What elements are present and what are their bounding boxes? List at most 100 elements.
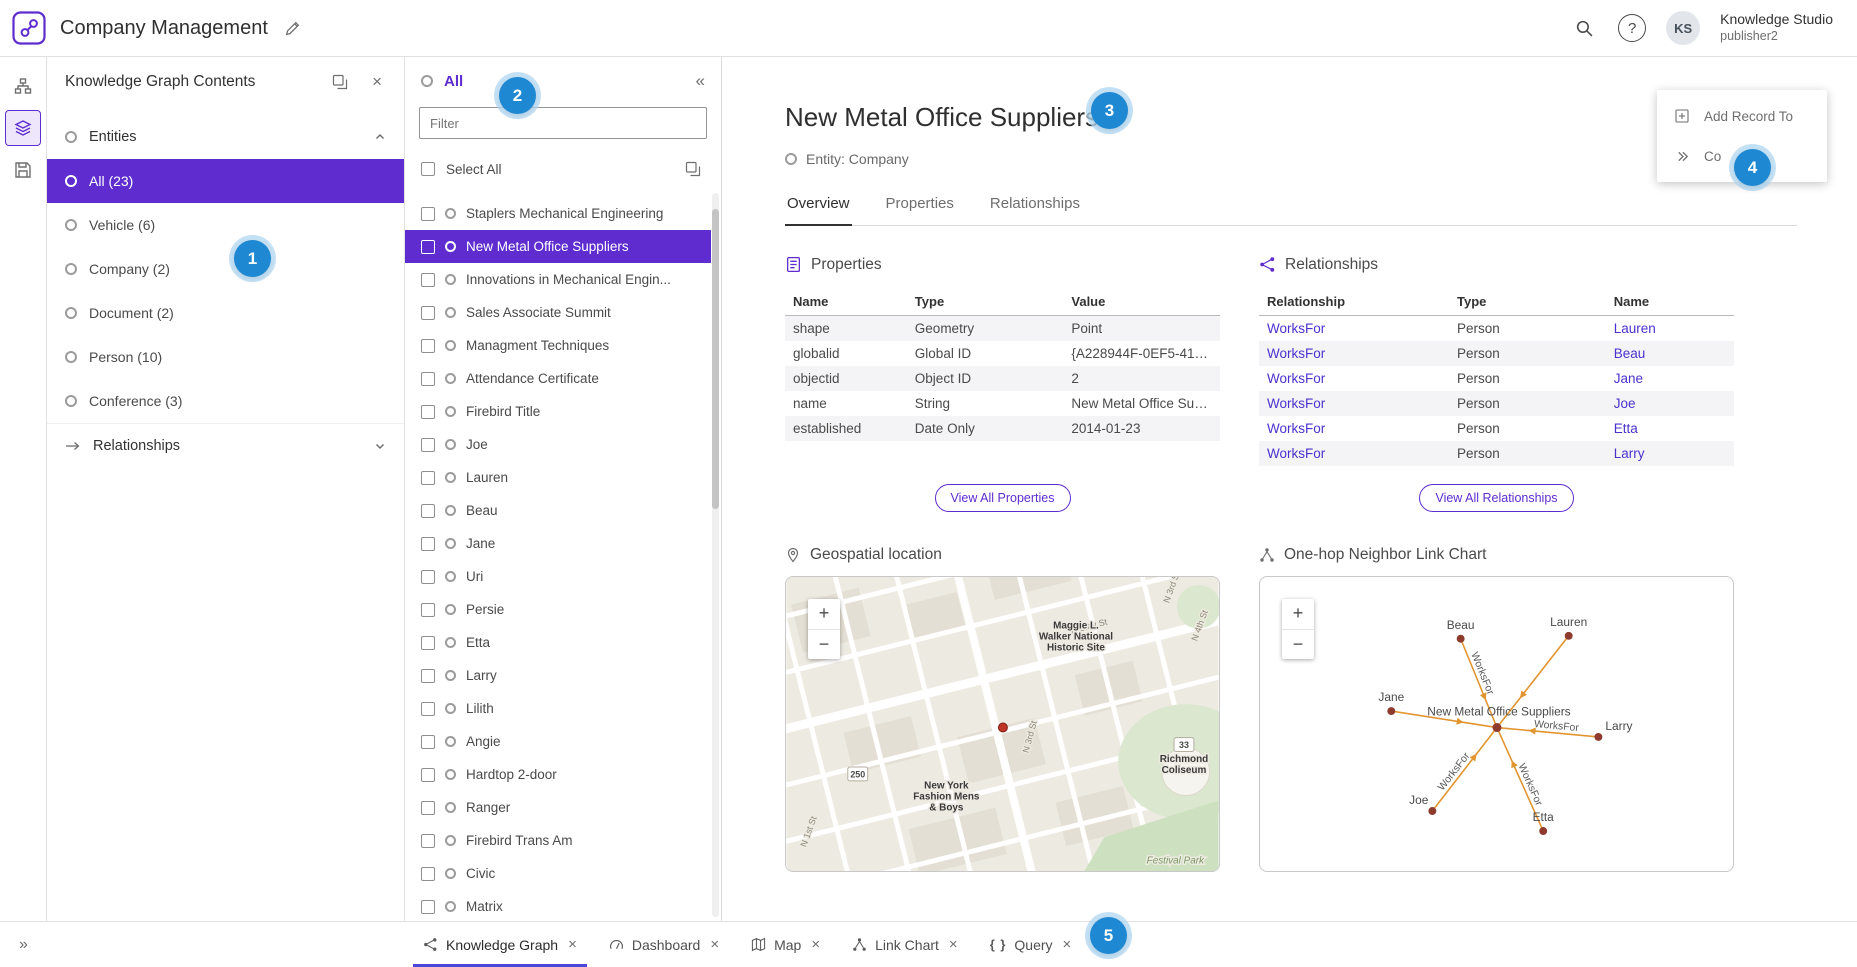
checkbox[interactable] [421, 372, 435, 386]
view-tab-map[interactable]: Map× [735, 922, 836, 967]
record-link[interactable]: Lauren [1614, 321, 1656, 336]
link-chart-canvas[interactable]: WorksForBeauLaurenJaneWorksForLarryWorks… [1260, 577, 1733, 871]
checkbox[interactable] [421, 405, 435, 419]
record-list-item[interactable]: Persie [405, 593, 711, 626]
contents-tool-button[interactable] [6, 111, 40, 145]
relationships-section-header[interactable]: Relationships [47, 423, 404, 467]
entity-type-item[interactable]: Vehicle (6) [47, 203, 404, 247]
checkbox[interactable] [421, 504, 435, 518]
close-icon[interactable]: × [568, 936, 577, 953]
record-list-item[interactable]: Etta [405, 626, 711, 659]
entity-type-item[interactable]: Person (10) [47, 335, 404, 379]
record-link[interactable]: WorksFor [1267, 421, 1325, 436]
record-link[interactable]: Jane [1614, 371, 1643, 386]
zoom-out-button[interactable]: − [808, 629, 840, 659]
record-list-item[interactable]: Uri [405, 560, 711, 593]
record-tab[interactable]: Relationships [988, 195, 1082, 225]
checkbox[interactable] [421, 471, 435, 485]
avatar[interactable]: KS [1666, 11, 1700, 45]
record-list-item[interactable]: Staplers Mechanical Engineering [405, 197, 711, 230]
entity-type-item[interactable]: All (23) [47, 159, 404, 203]
checkbox[interactable] [421, 273, 435, 287]
record-list-item[interactable]: Civic [405, 857, 711, 890]
help-button[interactable]: ? [1618, 14, 1646, 42]
menu-item[interactable]: Add Record To [1657, 96, 1827, 136]
view-tab-knowledge-graph[interactable]: Knowledge Graph× [407, 922, 593, 967]
record-list-item[interactable]: Ranger [405, 791, 711, 824]
checkbox[interactable] [421, 570, 435, 584]
entity-type-item[interactable]: Company (2) [47, 247, 404, 291]
checkbox[interactable] [421, 603, 435, 617]
checkbox[interactable] [421, 900, 435, 914]
checkbox[interactable] [421, 768, 435, 782]
record-list-item[interactable]: Larry [405, 659, 711, 692]
entity-type-item[interactable]: Conference (3) [47, 379, 404, 423]
close-icon[interactable]: × [949, 936, 958, 953]
checkbox[interactable] [421, 669, 435, 683]
record-list-item[interactable]: Innovations in Mechanical Engin... [405, 263, 711, 296]
record-link[interactable]: WorksFor [1267, 371, 1325, 386]
add-selection-to-new-icon[interactable] [681, 157, 705, 181]
checkbox[interactable] [421, 867, 435, 881]
checkbox[interactable] [421, 801, 435, 815]
close-panel-button[interactable]: × [368, 68, 386, 96]
checkbox[interactable] [421, 240, 435, 254]
checkbox[interactable] [421, 537, 435, 551]
checkbox[interactable] [421, 636, 435, 650]
record-list-item[interactable]: Beau [405, 494, 711, 527]
record-list-item[interactable]: Firebird Title [405, 395, 711, 428]
app-logo-icon[interactable] [12, 11, 46, 45]
record-list-item[interactable]: Jane [405, 527, 711, 560]
checkbox[interactable] [421, 735, 435, 749]
search-button[interactable] [1571, 15, 1598, 42]
record-list-item[interactable]: Firebird Trans Am [405, 824, 711, 857]
checkbox[interactable] [421, 702, 435, 716]
collapse-panel-icon[interactable]: « [696, 71, 705, 91]
record-list-item[interactable]: Sales Associate Summit [405, 296, 711, 329]
entity-type-item[interactable]: Document (2) [47, 291, 404, 335]
scrollbar-thumb[interactable] [712, 209, 719, 509]
entities-section-header[interactable]: Entities [47, 115, 404, 159]
record-link[interactable]: Etta [1614, 421, 1638, 436]
record-list-item[interactable]: Lilith [405, 692, 711, 725]
record-link[interactable]: WorksFor [1267, 446, 1325, 461]
record-list-item[interactable]: Lauren [405, 461, 711, 494]
record-list-item[interactable]: Angie [405, 725, 711, 758]
select-all-checkbox[interactable] [421, 162, 435, 176]
hierarchy-tool-button[interactable] [6, 69, 40, 103]
record-link[interactable]: WorksFor [1267, 396, 1325, 411]
add-to-new-icon[interactable] [328, 70, 352, 94]
checkbox[interactable] [421, 339, 435, 353]
view-all-properties-button[interactable]: View All Properties [935, 484, 1071, 512]
record-list-item[interactable]: Joe [405, 428, 711, 461]
close-icon[interactable]: × [811, 936, 820, 953]
view-tab-query[interactable]: { }Query× [974, 922, 1088, 967]
checkbox[interactable] [421, 834, 435, 848]
record-list-item[interactable]: Hardtop 2-door [405, 758, 711, 791]
view-all-relationships-button[interactable]: View All Relationships [1419, 484, 1573, 512]
record-link[interactable]: Larry [1614, 446, 1645, 461]
checkbox[interactable] [421, 438, 435, 452]
zoom-out-button[interactable]: − [1282, 629, 1314, 659]
record-list-item[interactable]: New Metal Office Suppliers [405, 230, 711, 263]
zoom-in-button[interactable]: + [1282, 599, 1314, 629]
record-link[interactable]: Joe [1614, 396, 1636, 411]
record-tab[interactable]: Overview [785, 195, 852, 225]
record-link[interactable]: Beau [1614, 346, 1646, 361]
edit-title-button[interactable] [280, 16, 305, 41]
save-button[interactable] [6, 153, 40, 187]
close-icon[interactable]: × [1063, 936, 1072, 953]
scrollbar[interactable] [712, 193, 719, 917]
expand-panel-icon[interactable]: » [0, 922, 47, 967]
record-list-item[interactable]: Attendance Certificate [405, 362, 711, 395]
view-tab-dashboard[interactable]: Dashboard× [593, 922, 735, 967]
zoom-in-button[interactable]: + [808, 599, 840, 629]
record-list-item[interactable]: Matrix [405, 890, 711, 921]
filter-input[interactable] [419, 107, 707, 139]
view-tab-link-chart[interactable]: Link Chart× [836, 922, 974, 967]
close-icon[interactable]: × [710, 936, 719, 953]
record-link[interactable]: WorksFor [1267, 321, 1325, 336]
checkbox[interactable] [421, 306, 435, 320]
record-link[interactable]: WorksFor [1267, 346, 1325, 361]
map-canvas[interactable]: N 3rd StN 4th StE Clay StMarshall StN 3r… [786, 577, 1219, 871]
